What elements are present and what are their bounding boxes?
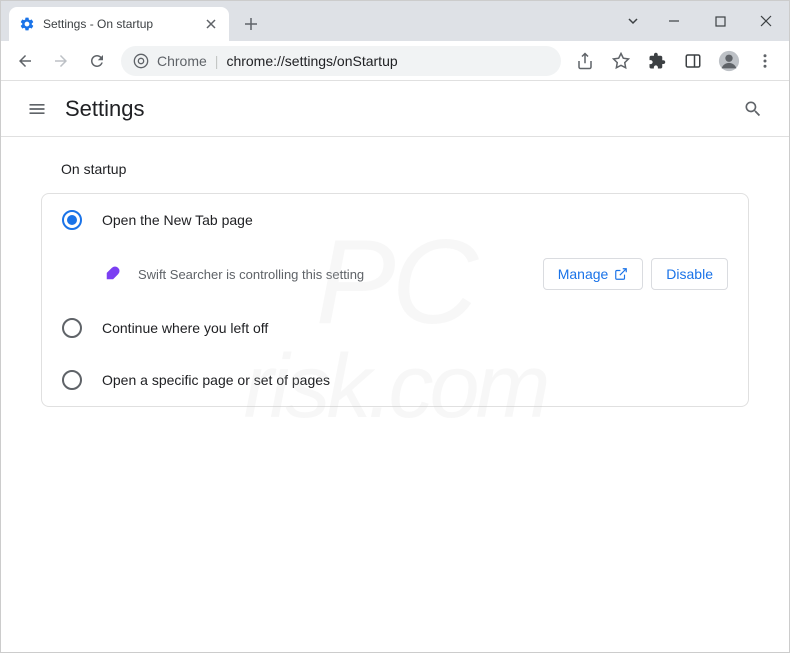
extensions-icon[interactable] — [641, 45, 673, 77]
address-url: chrome://settings/onStartup — [226, 53, 397, 69]
tab-title: Settings - On startup — [43, 17, 195, 31]
back-button[interactable] — [9, 45, 41, 77]
option-new-tab[interactable]: Open the New Tab page — [42, 194, 748, 246]
address-bar[interactable]: Chrome | chrome://settings/onStartup — [121, 46, 561, 76]
option-label: Open a specific page or set of pages — [102, 372, 330, 388]
content-area: On startup Open the New Tab page Swift S… — [1, 137, 789, 431]
tab-search-button[interactable] — [615, 1, 651, 41]
maximize-button[interactable] — [697, 1, 743, 41]
nav-bar: Chrome | chrome://settings/onStartup — [1, 41, 789, 81]
profile-icon[interactable] — [713, 45, 745, 77]
page-title: Settings — [65, 96, 145, 122]
menu-icon[interactable] — [749, 45, 781, 77]
title-bar: Settings - On startup — [1, 1, 789, 41]
extension-notice: Swift Searcher is controlling this setti… — [42, 246, 748, 302]
close-window-button[interactable] — [743, 1, 789, 41]
reload-button[interactable] — [81, 45, 113, 77]
disable-button[interactable]: Disable — [651, 258, 728, 290]
forward-button[interactable] — [45, 45, 77, 77]
address-prefix: Chrome — [157, 53, 207, 69]
chrome-icon — [133, 53, 149, 69]
radio-unselected[interactable] — [62, 370, 82, 390]
radio-selected[interactable] — [62, 210, 82, 230]
feather-icon — [102, 264, 122, 284]
external-link-icon — [614, 267, 628, 281]
option-label: Open the New Tab page — [102, 212, 253, 228]
manage-button[interactable]: Manage — [543, 258, 644, 290]
extension-text: Swift Searcher is controlling this setti… — [138, 267, 527, 282]
window-controls — [615, 1, 789, 41]
startup-options-card: Open the New Tab page Swift Searcher is … — [41, 193, 749, 407]
option-label: Continue where you left off — [102, 320, 268, 336]
hamburger-menu[interactable] — [17, 89, 57, 129]
minimize-button[interactable] — [651, 1, 697, 41]
section-title: On startup — [41, 161, 749, 177]
address-separator: | — [215, 53, 219, 69]
new-tab-button[interactable] — [237, 10, 265, 38]
settings-header: Settings — [1, 81, 789, 137]
share-icon[interactable] — [569, 45, 601, 77]
gear-icon — [19, 16, 35, 32]
option-continue[interactable]: Continue where you left off — [42, 302, 748, 354]
bookmark-icon[interactable] — [605, 45, 637, 77]
side-panel-icon[interactable] — [677, 45, 709, 77]
radio-unselected[interactable] — [62, 318, 82, 338]
browser-tab[interactable]: Settings - On startup — [9, 7, 229, 41]
search-icon[interactable] — [733, 89, 773, 129]
close-icon[interactable] — [203, 16, 219, 32]
option-specific-pages[interactable]: Open a specific page or set of pages — [42, 354, 748, 406]
